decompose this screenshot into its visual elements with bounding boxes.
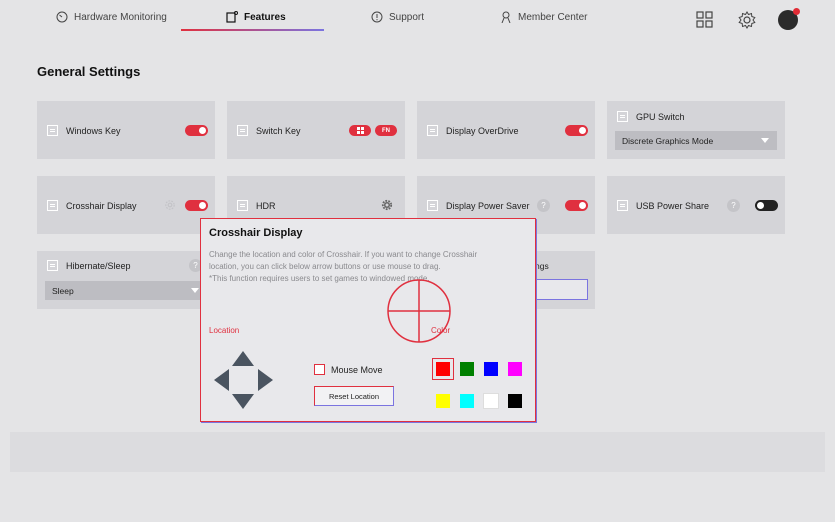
crosshair-display-label: Crosshair Display: [66, 201, 137, 211]
sleep-mode-value: Sleep: [52, 285, 74, 296]
gpu-switch-icon: [617, 111, 628, 122]
card-hibernate-sleep: Hibernate/Sleep ? Sleep: [37, 251, 215, 309]
chevron-down-icon: [191, 288, 199, 293]
popup-title: Crosshair Display: [209, 227, 303, 239]
windows-key-icon: [47, 125, 58, 136]
tab-label: Support: [389, 11, 425, 23]
usb-power-share-toggle[interactable]: [755, 200, 778, 211]
color-swatch-black[interactable]: [508, 394, 522, 408]
location-label: Location: [209, 326, 240, 335]
chevron-down-icon: [761, 138, 769, 143]
switch-key-icon: [237, 125, 248, 136]
hdr-icon: [237, 200, 248, 211]
gear-icon[interactable]: [737, 10, 757, 30]
windows-logo-icon: [356, 127, 364, 134]
card-switch-key: Switch Key FN: [227, 101, 405, 159]
notification-dot: [793, 8, 800, 15]
tab-member-center[interactable]: Member Center: [500, 9, 587, 25]
popup-desc-line-3: *This function requires users to set gam…: [209, 274, 430, 283]
display-overdrive-icon: [427, 125, 438, 136]
display-overdrive-label: Display OverDrive: [446, 126, 519, 136]
move-right-button[interactable]: [258, 369, 273, 391]
display-power-saver-icon: [427, 200, 438, 211]
switch-key-label: Switch Key: [256, 126, 301, 136]
hdr-settings-gear-icon[interactable]: [381, 199, 393, 211]
hibernate-sleep-label: Hibernate/Sleep: [66, 261, 131, 271]
popup-desc-line-2: location, you can click below arrow butt…: [209, 262, 441, 271]
person-icon: [501, 11, 511, 23]
color-swatch-red[interactable]: [436, 362, 450, 376]
partial-setting-input[interactable]: [531, 279, 588, 300]
usb-power-share-label: USB Power Share: [636, 201, 710, 211]
help-icon[interactable]: ?: [537, 199, 550, 212]
windows-key-toggle[interactable]: [185, 125, 208, 136]
fn-badge[interactable]: FN: [375, 125, 397, 136]
mouse-move-label: Mouse Move: [331, 365, 383, 375]
tab-support[interactable]: Support: [371, 9, 424, 25]
help-icon[interactable]: ?: [727, 199, 740, 212]
color-swatch-white[interactable]: [483, 393, 499, 409]
page-title: General Settings: [37, 64, 141, 79]
mouse-move-checkbox[interactable]: [314, 364, 325, 375]
sleep-mode-select[interactable]: Sleep: [45, 281, 207, 300]
color-swatch-blue[interactable]: [484, 362, 498, 376]
tab-features[interactable]: Features: [226, 9, 286, 25]
card-crosshair-display: Crosshair Display: [37, 176, 215, 234]
gpu-mode-select[interactable]: Discrete Graphics Mode: [615, 131, 777, 150]
partial-setting-label: ngs: [535, 261, 549, 271]
tab-label: Hardware Monitoring: [74, 11, 167, 23]
move-up-button[interactable]: [232, 351, 254, 366]
card-usb-power-share: USB Power Share ?: [607, 176, 785, 234]
hdr-label: HDR: [256, 201, 276, 211]
grid-icon[interactable]: [695, 10, 715, 30]
crosshair-display-icon: [47, 200, 58, 211]
card-gpu-switch: GPU Switch Discrete Graphics Mode: [607, 101, 785, 159]
crosshair-display-toggle[interactable]: [185, 200, 208, 211]
windows-badge[interactable]: [349, 125, 371, 136]
color-swatch-green[interactable]: [460, 362, 474, 376]
hibernate-sleep-icon: [47, 260, 58, 271]
tab-hardware-monitoring[interactable]: Hardware Monitoring: [56, 9, 167, 25]
usb-power-share-icon: [617, 200, 628, 211]
card-display-overdrive: Display OverDrive: [417, 101, 595, 159]
tab-label: Member Center: [518, 11, 588, 23]
crosshair-popup: Crosshair Display Change the location an…: [200, 218, 536, 422]
active-tab-indicator: [181, 29, 324, 31]
gpu-switch-label: GPU Switch: [636, 112, 685, 122]
move-left-button[interactable]: [214, 369, 229, 391]
display-power-saver-toggle[interactable]: [565, 200, 588, 211]
popup-desc-line-1: Change the location and color of Crossha…: [209, 250, 478, 259]
color-swatch-magenta[interactable]: [508, 362, 522, 376]
gpu-mode-value: Discrete Graphics Mode: [622, 135, 714, 146]
avatar[interactable]: [778, 8, 800, 30]
top-nav: Hardware Monitoring Features Support Mem…: [0, 0, 835, 32]
card-windows-key: Windows Key: [37, 101, 215, 159]
popup-description: Change the location and color of Crossha…: [209, 249, 527, 285]
reset-location-button[interactable]: Reset Location: [314, 386, 394, 406]
windows-key-label: Windows Key: [66, 126, 121, 136]
move-down-button[interactable]: [232, 394, 254, 409]
color-label: Color: [431, 326, 451, 335]
color-swatch-yellow[interactable]: [436, 394, 450, 408]
tab-label: Features: [244, 11, 286, 23]
features-icon: [226, 11, 238, 23]
color-swatch-cyan[interactable]: [460, 394, 474, 408]
display-power-saver-label: Display Power Saver: [446, 201, 530, 211]
support-icon: [371, 11, 383, 23]
footer-band: [10, 432, 825, 472]
gauge-icon: [56, 11, 68, 23]
display-overdrive-toggle[interactable]: [565, 125, 588, 136]
crosshair-settings-gear-icon[interactable]: [164, 199, 176, 211]
